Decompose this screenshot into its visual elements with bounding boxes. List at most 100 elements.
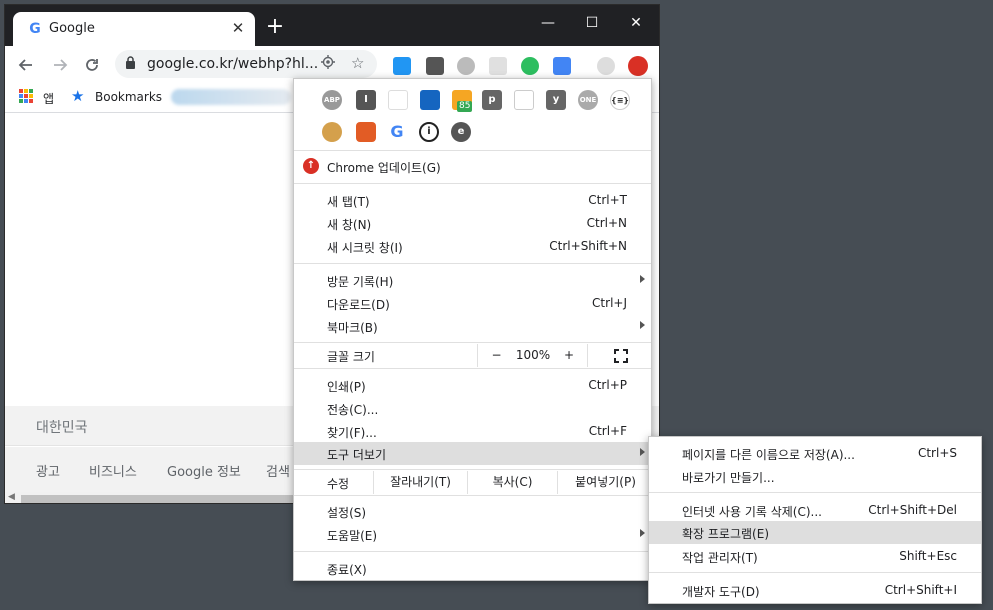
save-page-item[interactable]: 페이지를 다른 이름으로 저장(A)... Ctrl+S bbox=[649, 442, 981, 465]
more-tools-label: 도구 더보기 bbox=[327, 448, 387, 462]
footer-link-business[interactable]: 비즈니스 bbox=[89, 461, 137, 480]
separator bbox=[294, 263, 651, 264]
update-arrow-icon: ↑ bbox=[303, 158, 319, 174]
google-icon[interactable]: G bbox=[387, 122, 407, 142]
tab-title: Google bbox=[49, 21, 95, 36]
y-icon[interactable]: y bbox=[546, 90, 566, 110]
bookmark-star-icon[interactable]: ☆ bbox=[351, 54, 364, 72]
abp-icon[interactable]: ABP bbox=[322, 90, 342, 110]
update-icon[interactable] bbox=[628, 56, 648, 76]
submenu-arrow-icon bbox=[640, 448, 645, 456]
forward-icon[interactable] bbox=[47, 52, 73, 78]
evernote-icon[interactable] bbox=[521, 57, 539, 75]
footer-link-about[interactable]: Google 정보 bbox=[167, 461, 241, 480]
blurred-bookmark[interactable] bbox=[171, 89, 291, 105]
address-bar[interactable]: google.co.kr/webhp?hl... ☆ bbox=[115, 50, 377, 78]
exit-item[interactable]: 종료(X) bbox=[294, 557, 651, 580]
new-tab-button[interactable]: + bbox=[263, 15, 287, 39]
scroll-left-icon[interactable]: ◀ bbox=[8, 492, 15, 502]
bookmarks-item[interactable]: 북마크(B) bbox=[294, 315, 651, 338]
zoom-row: 글꼴 크기 − 100% + bbox=[294, 344, 651, 367]
extension-circle-icon[interactable] bbox=[457, 57, 475, 75]
submenu-arrow-icon bbox=[640, 529, 645, 537]
extension-box-icon[interactable] bbox=[489, 57, 507, 75]
footer-link-search[interactable]: 검색 bbox=[266, 461, 290, 480]
footer-link-ads[interactable]: 광고 bbox=[36, 461, 60, 480]
tab-google[interactable]: G Google ✕ bbox=[13, 12, 255, 46]
print-shortcut: Ctrl+P bbox=[588, 378, 627, 392]
downloads-label: 다운로드(D) bbox=[327, 298, 390, 312]
url-text: google.co.kr/webhp?hl... bbox=[147, 56, 319, 72]
copy-button[interactable]: 복사(C) bbox=[467, 471, 557, 494]
history-label: 방문 기록(H) bbox=[327, 275, 394, 289]
extension-grid-icon[interactable] bbox=[393, 57, 411, 75]
fullscreen-icon[interactable] bbox=[587, 344, 653, 367]
print-label: 인쇄(P) bbox=[327, 380, 366, 394]
update-chrome-item[interactable]: ↑ Chrome 업데이트(G) bbox=[294, 155, 651, 178]
json-icon[interactable]: {≡} bbox=[610, 90, 630, 110]
dev-tools-item[interactable]: 개발자 도구(D) Ctrl+Shift+I bbox=[649, 579, 981, 602]
apps-icon[interactable] bbox=[19, 89, 33, 103]
separator bbox=[294, 150, 651, 151]
close-window-button[interactable]: ✕ bbox=[619, 10, 653, 36]
apps-label[interactable]: 앱 bbox=[43, 90, 54, 107]
downloads-item[interactable]: 다운로드(D) Ctrl+J bbox=[294, 292, 651, 315]
new-tab-shortcut: Ctrl+T bbox=[588, 193, 627, 207]
extensions-label: 확장 프로그램(E) bbox=[682, 527, 770, 541]
chrome-menu: ABP I 85 p y ONE {≡} G i e ↑ Chrome 업데이트… bbox=[293, 78, 652, 581]
new-window-item[interactable]: 새 창(N) Ctrl+N bbox=[294, 212, 651, 235]
instapaper-icon[interactable]: I bbox=[356, 90, 376, 110]
separator bbox=[294, 183, 651, 184]
info-icon[interactable]: i bbox=[419, 122, 439, 142]
print-item[interactable]: 인쇄(P) Ctrl+P bbox=[294, 374, 651, 397]
create-shortcut-item[interactable]: 바로가기 만들기... bbox=[649, 465, 981, 488]
help-item[interactable]: 도움말(E) bbox=[294, 523, 651, 546]
tab-close-icon[interactable]: ✕ bbox=[229, 19, 247, 37]
cut-button[interactable]: 잘라내기(T) bbox=[373, 471, 467, 494]
e-icon[interactable]: e bbox=[451, 122, 471, 142]
more-tools-item[interactable]: 도구 더보기 bbox=[294, 442, 651, 465]
qr-code-icon[interactable] bbox=[426, 57, 444, 75]
task-manager-item[interactable]: 작업 관리자(T) Shift+Esc bbox=[649, 545, 981, 568]
settings-label: 설정(S) bbox=[327, 506, 367, 520]
extensions-item[interactable]: 확장 프로그램(E) bbox=[649, 521, 981, 544]
help-label: 도움말(E) bbox=[327, 529, 378, 543]
profile-icon[interactable] bbox=[597, 57, 615, 75]
screenshot-icon[interactable] bbox=[514, 90, 534, 110]
edit-row: 수정 잘라내기(T) 복사(C) 붙여넣기(P) bbox=[294, 471, 651, 494]
task-manager-label: 작업 관리자(T) bbox=[682, 551, 758, 565]
new-incognito-item[interactable]: 새 시크릿 창(I) Ctrl+Shift+N bbox=[294, 235, 651, 258]
extension-3-icon[interactable] bbox=[420, 90, 440, 110]
find-item[interactable]: 찾기(F)... Ctrl+F bbox=[294, 420, 651, 443]
one-icon[interactable]: ONE bbox=[578, 90, 598, 110]
history-item[interactable]: 방문 기록(H) bbox=[294, 269, 651, 292]
more-tools-submenu: 페이지를 다른 이름으로 저장(A)... Ctrl+S 바로가기 만들기...… bbox=[648, 436, 982, 604]
separator bbox=[649, 572, 981, 573]
location-icon[interactable] bbox=[321, 55, 335, 73]
bookmarks-folder[interactable]: Bookmarks bbox=[95, 90, 162, 104]
extension-2-icon[interactable] bbox=[388, 90, 408, 110]
separator bbox=[294, 495, 651, 496]
exit-label: 종료(X) bbox=[327, 563, 367, 577]
cast-label: 전송(C)... bbox=[327, 403, 379, 417]
maximize-button[interactable]: ☐ bbox=[575, 10, 609, 36]
brave-icon[interactable] bbox=[356, 122, 376, 142]
pocket-p-icon[interactable]: p bbox=[482, 90, 502, 110]
create-shortcut-label: 바로가기 만들기... bbox=[682, 471, 775, 485]
clear-data-label: 인터넷 사용 기록 삭제(C)... bbox=[682, 505, 822, 519]
separator bbox=[294, 469, 651, 470]
clear-data-item[interactable]: 인터넷 사용 기록 삭제(C)... Ctrl+Shift+Del bbox=[649, 499, 981, 522]
translate-icon[interactable] bbox=[553, 57, 571, 75]
lock-icon[interactable] bbox=[125, 56, 136, 72]
back-icon[interactable] bbox=[13, 52, 39, 78]
cookie-icon[interactable] bbox=[322, 122, 342, 142]
cast-item[interactable]: 전송(C)... bbox=[294, 397, 651, 420]
zoom-in-button[interactable]: + bbox=[551, 344, 587, 367]
reload-icon[interactable] bbox=[79, 52, 105, 78]
minimize-button[interactable]: — bbox=[531, 10, 565, 36]
submenu-arrow-icon bbox=[640, 275, 645, 283]
zoom-out-button[interactable]: − bbox=[477, 344, 515, 367]
paste-button[interactable]: 붙여넣기(P) bbox=[557, 471, 653, 494]
new-tab-item[interactable]: 새 탭(T) Ctrl+T bbox=[294, 189, 651, 212]
settings-item[interactable]: 설정(S) bbox=[294, 500, 651, 523]
